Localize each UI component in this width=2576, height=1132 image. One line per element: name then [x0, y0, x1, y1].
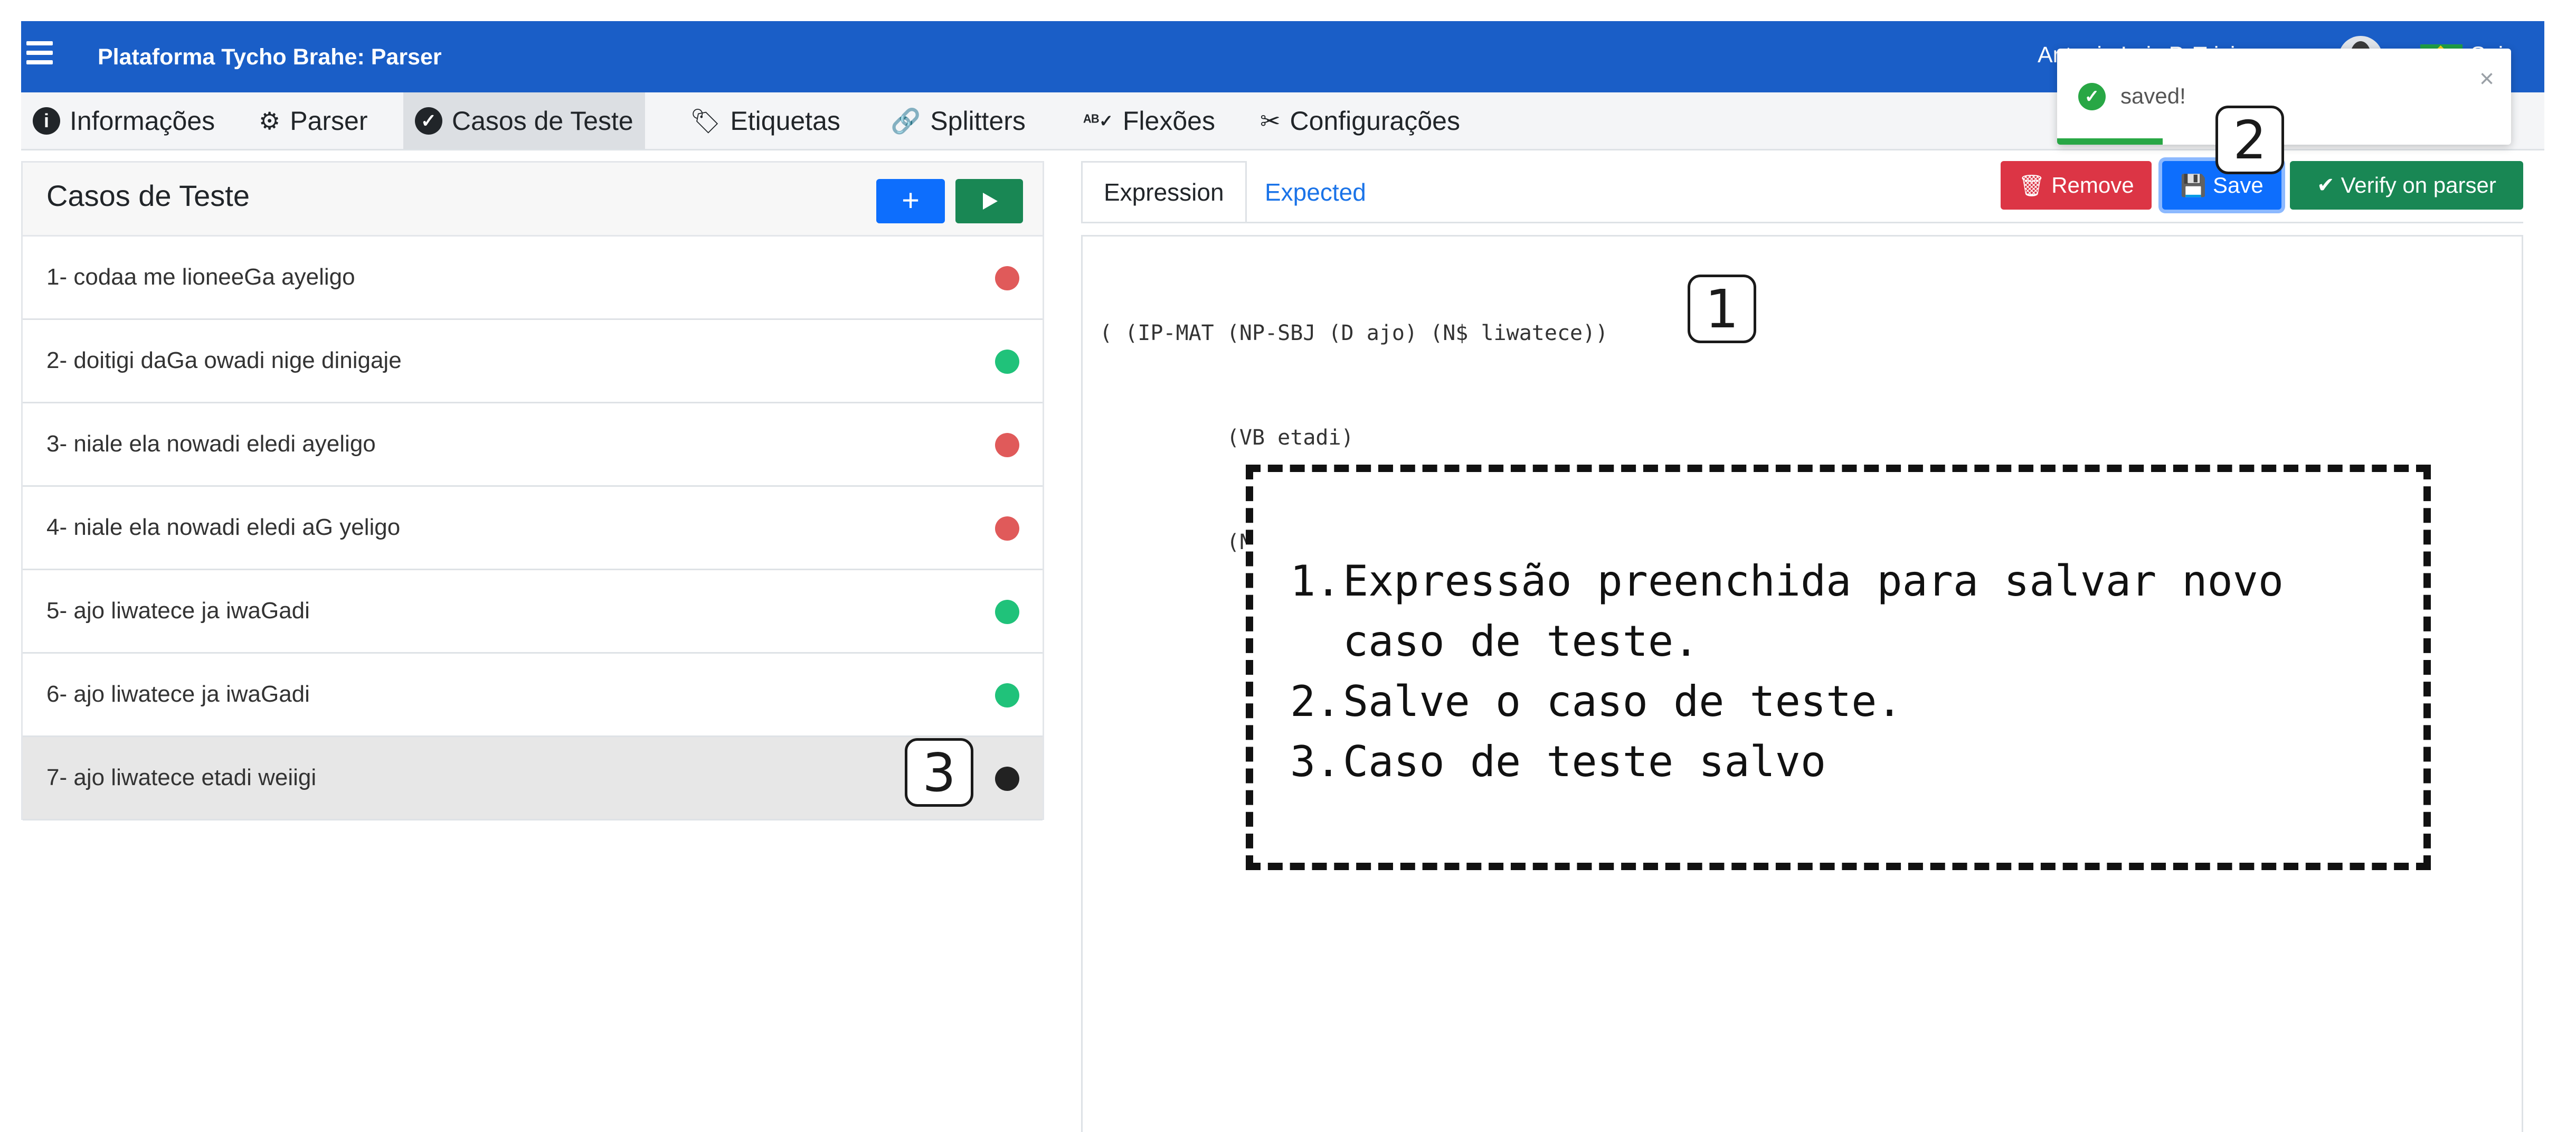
- check-circle-icon: ✓: [415, 107, 442, 135]
- check-circle-icon: ✔: [2317, 174, 2335, 197]
- remove-button[interactable]: 🗑 Remove: [2001, 161, 2152, 210]
- callout-3: 3: [905, 738, 973, 807]
- status-dot: [995, 600, 1019, 624]
- nav-item-label: Casos de Teste: [452, 106, 633, 136]
- test-case-item[interactable]: 3- niale ela nowadi eledi ayeligo: [23, 403, 1043, 487]
- nav-item-flexoes[interactable]: ᴬᴮ✓ Flexões: [1072, 92, 1227, 149]
- nav-item-label: Splitters: [930, 106, 1026, 136]
- code-line: (VB etadi): [1100, 426, 1354, 450]
- status-dot: [995, 516, 1019, 541]
- tab-expected[interactable]: Expected: [1244, 161, 1387, 223]
- test-case-label: 4- niale ela nowadi eledi aG yeligo: [46, 514, 401, 540]
- test-cases-panel: Casos de Teste + 1- codaa me lioneeGa ay…: [21, 161, 1044, 820]
- instruction-item: 1. Expressão preenchida para salvar novo…: [1290, 551, 2399, 672]
- instruction-note: 1. Expressão preenchida para salvar novo…: [1246, 465, 2431, 870]
- code-line: ( (IP-MAT (NP-SBJ (D ajo) (N$ liwatece)): [1100, 321, 1608, 345]
- instruction-number: 3.: [1290, 737, 1341, 786]
- nav-item-label: Etiquetas: [730, 106, 840, 136]
- callout-2: 2: [2215, 106, 2284, 174]
- link-icon: 🔗: [891, 107, 921, 135]
- toast-progress-bar: [2057, 138, 2163, 145]
- instruction-item: 2. Salve o caso de teste.: [1290, 672, 2399, 732]
- test-case-item[interactable]: 4- niale ela nowadi eledi aG yeligo: [23, 487, 1043, 570]
- panel-header: Casos de Teste +: [23, 163, 1043, 237]
- instruction-number: 2.: [1290, 677, 1341, 726]
- gears-icon: ⚙: [259, 107, 281, 135]
- test-case-item[interactable]: 6- ajo liwatece ja iwaGadi: [23, 654, 1043, 737]
- nav-item-parser[interactable]: ⚙ Parser: [247, 92, 380, 149]
- test-case-label: 1- codaa me lioneeGa ayeligo: [46, 264, 355, 290]
- test-case-label: 6- ajo liwatece ja iwaGadi: [46, 681, 310, 707]
- status-dot: [995, 433, 1019, 457]
- toast-message: saved!: [2120, 83, 2186, 108]
- trash-icon: 🗑: [2018, 174, 2045, 197]
- callout-1: 1: [1688, 275, 1756, 343]
- test-case-item[interactable]: 5- ajo liwatece ja iwaGadi: [23, 570, 1043, 654]
- remove-button-label: Remove: [2051, 173, 2134, 197]
- save-button-label: Save: [2213, 173, 2264, 197]
- test-case-item-selected[interactable]: 7- ajo liwatece etadi weiigi: [23, 737, 1043, 820]
- tools-icon: ✂: [1260, 107, 1281, 135]
- run-all-button[interactable]: [955, 179, 1023, 223]
- instruction-text: Salve o caso de teste.: [1343, 677, 1902, 726]
- instruction-item: 3. Caso de teste salvo: [1290, 732, 2399, 792]
- info-icon: i: [33, 107, 60, 135]
- add-test-case-button[interactable]: +: [876, 179, 945, 223]
- tabs-divider: [1081, 222, 2523, 223]
- saved-toast: ✓ saved! ×: [2057, 49, 2511, 145]
- panel-title: Casos de Teste: [46, 179, 250, 212]
- floppy-disk-icon: 💾: [2180, 174, 2207, 197]
- instruction-list: 1. Expressão preenchida para salvar novo…: [1290, 551, 2399, 792]
- nav-item-etiquetas[interactable]: 🏷 Etiquetas: [678, 92, 852, 149]
- instruction-number: 1.: [1290, 556, 1341, 606]
- nav-item-label: Parser: [290, 106, 368, 136]
- test-case-label: 2- doitigi daGa owadi nige dinigaje: [46, 347, 402, 373]
- nav-item-casos-de-teste[interactable]: ✓ Casos de Teste: [403, 92, 645, 149]
- hamburger-menu-icon[interactable]: [26, 41, 53, 64]
- nav-item-configuracoes[interactable]: ✂ Configurações: [1248, 92, 1472, 149]
- test-case-list: 1- codaa me lioneeGa ayeligo 2- doitigi …: [23, 237, 1043, 820]
- status-dot: [995, 266, 1019, 290]
- nav-item-label: Flexões: [1122, 106, 1215, 136]
- spell-check-icon: ᴬᴮ✓: [1083, 111, 1113, 130]
- test-case-label: 5- ajo liwatece ja iwaGadi: [46, 598, 310, 624]
- app-title: Plataforma Tycho Brahe: Parser: [98, 44, 442, 70]
- test-case-label: 3- niale ela nowadi eledi ayeligo: [46, 431, 376, 457]
- instruction-text: Caso de teste salvo: [1343, 737, 1826, 786]
- test-case-item[interactable]: 1- codaa me lioneeGa ayeligo: [23, 237, 1043, 320]
- success-check-icon: ✓: [2078, 83, 2106, 110]
- instruction-text: Expressão preenchida para salvar novo ca…: [1343, 556, 2284, 666]
- tab-expression[interactable]: Expression: [1081, 161, 1247, 223]
- verify-button-label: Verify on parser: [2341, 173, 2496, 197]
- toast-close-icon[interactable]: ×: [2479, 64, 2494, 93]
- nav-item-splitters[interactable]: 🔗 Splitters: [879, 92, 1037, 149]
- nav-item-informacoes[interactable]: i Informações: [21, 92, 226, 149]
- nav-item-label: Configurações: [1290, 106, 1460, 136]
- tags-icon: 🏷: [690, 107, 721, 135]
- status-dot: [995, 350, 1019, 374]
- nav-item-label: Informações: [70, 106, 215, 136]
- status-dot: [995, 683, 1019, 708]
- test-case-item[interactable]: 2- doitigi daGa owadi nige dinigaje: [23, 320, 1043, 403]
- status-dot: [995, 767, 1019, 791]
- test-case-label: 7- ajo liwatece etadi weiigi: [46, 765, 317, 790]
- verify-on-parser-button[interactable]: ✔ Verify on parser: [2290, 161, 2523, 210]
